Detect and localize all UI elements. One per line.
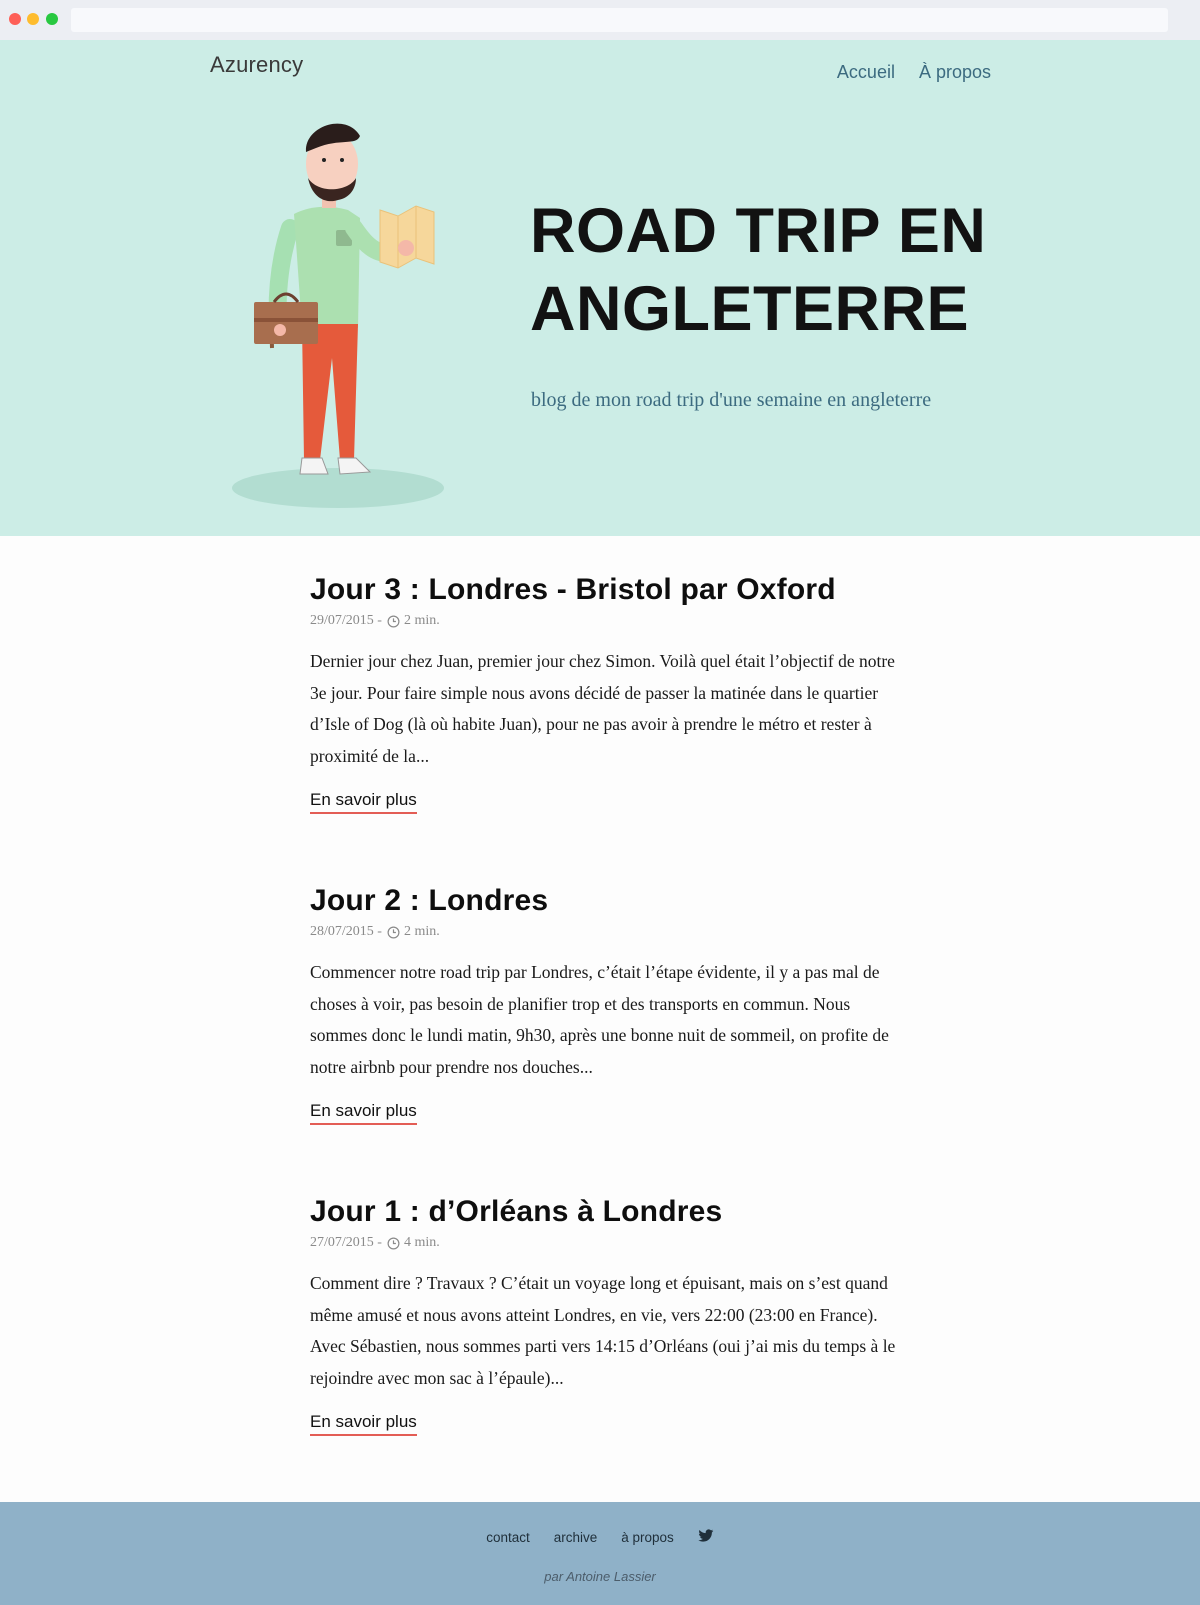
post-meta: 29/07/2015 - 2 min. (310, 613, 900, 629)
post-title[interactable]: Jour 3 : Londres - Bristol par Oxford (310, 570, 900, 610)
address-bar[interactable] (71, 8, 1168, 32)
post-excerpt: Commencer notre road trip par Londres, c… (310, 962, 889, 1077)
post-card: Jour 2 : Londres 28/07/2015 - 2 min. Com… (310, 881, 900, 1125)
footer-links: contact archive à propos (0, 1529, 1200, 1546)
hero-header: Azurency Accueil À propos ROAD TRIP EN A… (0, 40, 1200, 536)
footer-link-about[interactable]: à propos (621, 1530, 674, 1545)
post-meta: 28/07/2015 - 2 min. (310, 924, 900, 940)
site-brand[interactable]: Azurency (210, 52, 303, 78)
nav-about[interactable]: À propos (919, 62, 991, 83)
post-excerpt: Dernier jour chez Juan, premier jour che… (310, 651, 895, 766)
footer-link-contact[interactable]: contact (486, 1530, 530, 1545)
nav-home[interactable]: Accueil (837, 62, 895, 83)
clock-icon (387, 615, 400, 627)
hero-subtitle: blog de mon road trip d'une semaine en a… (531, 389, 932, 411)
post-meta: 27/07/2015 - 4 min. (310, 1235, 900, 1251)
post-read-time: 2 min. (403, 613, 440, 628)
twitter-link[interactable] (698, 1529, 714, 1546)
post-title[interactable]: Jour 1 : d’Orléans à Londres (310, 1192, 900, 1232)
hero-title: ROAD TRIP EN ANGLETERRE (530, 196, 987, 344)
traveler-with-map-illustration (232, 123, 444, 508)
minimize-window-dot[interactable] (27, 13, 39, 25)
maximize-window-dot[interactable] (46, 13, 58, 25)
footer-link-archive[interactable]: archive (554, 1530, 598, 1545)
clock-icon (387, 1237, 400, 1249)
post-read-time: 4 min. (403, 1235, 440, 1250)
post-excerpt: Comment dire ? Travaux ? C’était un voya… (310, 1273, 896, 1388)
site-footer: contact archive à propos par Antoine Las… (0, 1502, 1200, 1605)
read-more-link[interactable]: En savoir plus (310, 1100, 417, 1125)
read-more-link[interactable]: En savoir plus (310, 1411, 417, 1436)
main-nav: Accueil À propos (837, 62, 991, 83)
post-date: 29/07/2015 - (310, 613, 382, 628)
post-read-time: 2 min. (403, 924, 440, 939)
post-date: 27/07/2015 - (310, 1235, 382, 1250)
clock-icon (387, 926, 400, 938)
read-more-link[interactable]: En savoir plus (310, 789, 417, 814)
browser-chrome (0, 0, 1200, 40)
twitter-icon (698, 1529, 714, 1542)
post-card: Jour 1 : d’Orléans à Londres 27/07/2015 … (310, 1192, 900, 1436)
close-window-dot[interactable] (9, 13, 21, 25)
post-card: Jour 3 : Londres - Bristol par Oxford 29… (310, 570, 900, 814)
post-title[interactable]: Jour 2 : Londres (310, 881, 900, 921)
footer-credit: par Antoine Lassier (544, 1569, 656, 1584)
post-date: 28/07/2015 - (310, 924, 382, 939)
